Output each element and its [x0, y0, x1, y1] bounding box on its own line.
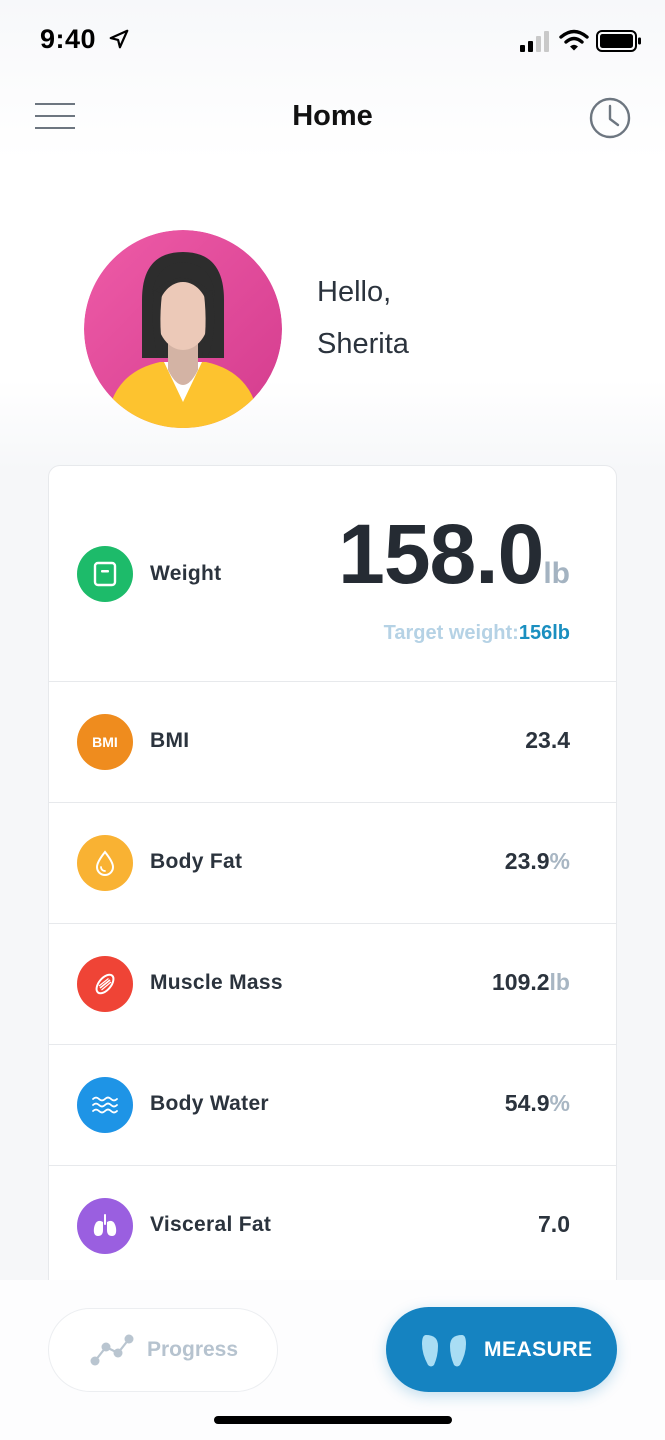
lungs-icon [77, 1198, 133, 1254]
metric-value-body-fat: 23.9% [505, 848, 570, 875]
metric-unit-muscle-mass: lb [549, 969, 570, 995]
progress-label: Progress [147, 1338, 239, 1361]
battery-icon [596, 30, 641, 52]
bmi-icon: BMI [77, 714, 133, 770]
water-waves-icon [77, 1077, 133, 1133]
target-weight[interactable]: Target weight:156lb [384, 622, 570, 645]
footprints-icon [422, 1334, 466, 1366]
metric-row-visceral-fat[interactable]: Visceral Fat 7.0 [49, 1166, 616, 1287]
measure-label: MEASURE [484, 1337, 593, 1361]
user-name: Sherita [317, 328, 409, 360]
droplet-icon [77, 835, 133, 891]
greeting-hello: Hello, [317, 276, 392, 308]
progress-button[interactable]: Progress [48, 1308, 278, 1392]
metric-label-body-water: Body Water [150, 1092, 269, 1115]
home-screen: 9:40 Home Hello, Sherita Weight 158.0lb … [0, 0, 665, 1440]
metric-number-body-fat: 23.9 [504, 848, 550, 874]
metric-unit-body-water: % [549, 1090, 570, 1116]
metric-label-muscle-mass: Muscle Mass [150, 971, 283, 994]
target-weight-value: 156lb [518, 622, 570, 644]
metric-value-muscle-mass: 109.2lb [492, 969, 570, 996]
metric-value-body-water: 54.9% [505, 1090, 570, 1117]
metric-unit-body-fat: % [549, 848, 570, 874]
metric-number-muscle-mass: 109.2 [491, 969, 550, 995]
location-arrow-icon [109, 29, 129, 49]
weight-unit: lb [543, 557, 570, 590]
weight-label: Weight [150, 562, 222, 585]
metric-number-bmi: 23.4 [525, 727, 570, 753]
home-indicator [214, 1416, 452, 1424]
target-weight-label: Target weight: [383, 622, 519, 644]
metric-row-body-fat[interactable]: Body Fat 23.9% [49, 803, 616, 924]
metric-label-bmi: BMI [150, 729, 190, 752]
metric-value-bmi: 23.4 [525, 727, 570, 754]
status-bar: 9:40 [0, 0, 665, 80]
avatar[interactable] [84, 230, 282, 428]
bottom-bar: Progress MEASURE [0, 1280, 665, 1440]
metric-row-bmi[interactable]: BMI BMI 23.4 [49, 682, 616, 803]
cellular-signal-icon [520, 31, 549, 52]
bmi-icon-text: BMI [92, 734, 118, 750]
weight-number: 158.0 [338, 507, 544, 601]
nav-bar: Home [0, 80, 665, 160]
scale-icon [77, 546, 133, 602]
metric-label-body-fat: Body Fat [150, 850, 243, 873]
muscle-icon [77, 956, 133, 1012]
page-title: Home [292, 100, 373, 132]
weight-row[interactable]: Weight 158.0lb Target weight:156lb [49, 466, 616, 682]
trend-line-icon [90, 1334, 134, 1366]
greeting: Hello, Sherita [317, 266, 409, 370]
metric-row-muscle-mass[interactable]: Muscle Mass 109.2lb [49, 924, 616, 1045]
clock-history-icon[interactable] [588, 96, 632, 140]
metric-label-visceral-fat: Visceral Fat [150, 1213, 272, 1236]
metric-number-body-water: 54.9 [504, 1090, 550, 1116]
metric-value-visceral-fat: 7.0 [538, 1211, 570, 1238]
metric-row-body-water[interactable]: Body Water 54.9% [49, 1045, 616, 1166]
weight-value: 158.0lb [338, 506, 570, 603]
metrics-card: Weight 158.0lb Target weight:156lb BMI B… [48, 465, 617, 1295]
status-time: 9:40 [40, 24, 97, 54]
measure-button[interactable]: MEASURE [386, 1307, 617, 1392]
metric-number-visceral-fat: 7.0 [538, 1211, 570, 1237]
wifi-icon [559, 29, 589, 51]
